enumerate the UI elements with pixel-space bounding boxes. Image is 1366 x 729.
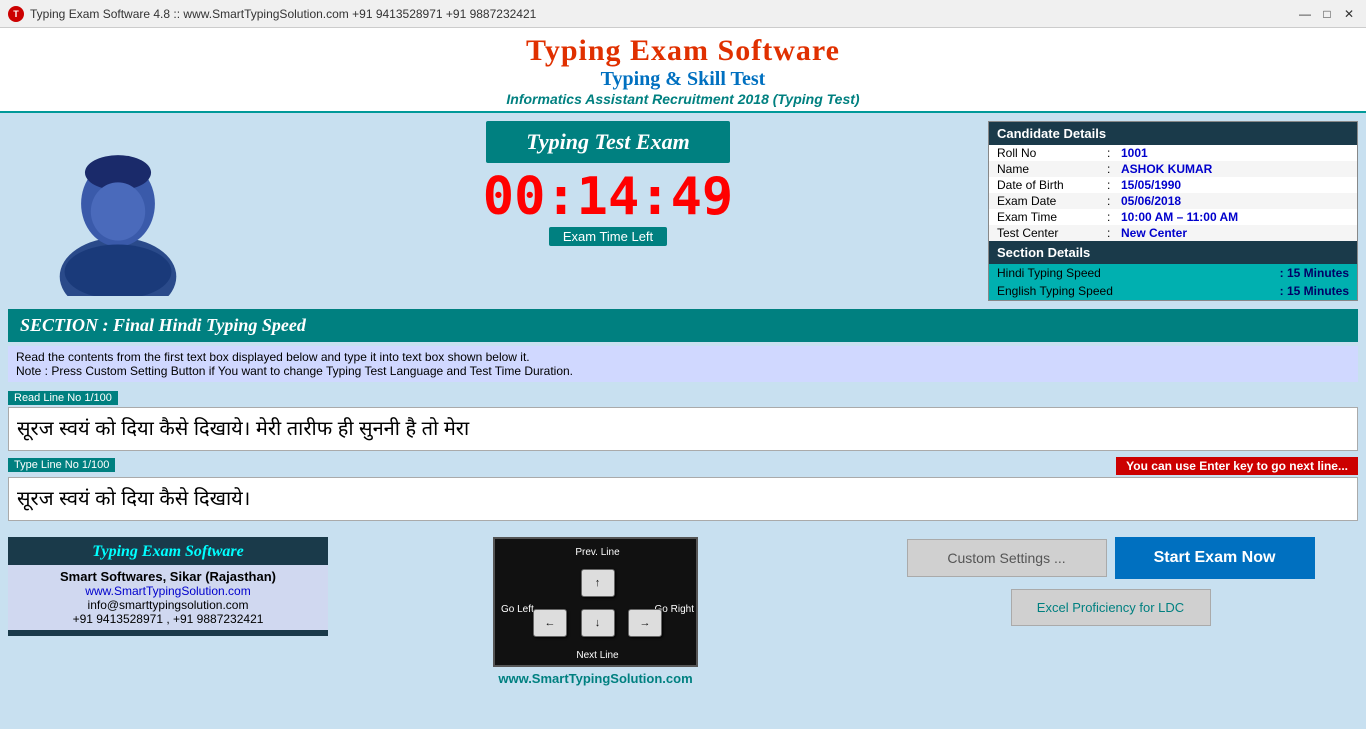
next-line-label: Next Line <box>576 650 618 661</box>
brand-website: www.SmartTypingSolution.com <box>20 584 316 598</box>
app-title-main: Typing Exam Software <box>0 34 1366 68</box>
exam-date-value: 05/06/2018 <box>1121 194 1181 208</box>
button-area: Custom Settings ... Start Exam Now Excel… <box>863 537 1358 626</box>
name-row: Name : ASHOK KUMAR <box>989 161 1357 177</box>
app-header: Typing Exam Software Typing & Skill Test… <box>0 28 1366 113</box>
go-left-label: Go Left <box>501 604 534 615</box>
keyboard-image: Prev. Line Go Left Go Right Next Line ↑ … <box>493 537 698 667</box>
brand-email: info@smarttypingsolution.com <box>20 598 316 612</box>
close-button[interactable]: ✕ <box>1340 5 1358 23</box>
brand-company: Smart Softwares, Sikar (Rajasthan) <box>20 569 316 584</box>
read-line-label-container: Read Line No 1/100 <box>8 388 1358 407</box>
down-arrow-key: ↓ <box>581 609 615 637</box>
up-arrow-key: ↑ <box>581 569 615 597</box>
typing-test-banner: Typing Test Exam <box>486 121 729 163</box>
avatar-container <box>28 121 208 301</box>
hindi-speed-value: : 15 Minutes <box>1280 266 1349 280</box>
instruction-2: Note : Press Custom Setting Button if Yo… <box>16 364 1350 378</box>
excel-proficiency-button[interactable]: Excel Proficiency for LDC <box>1011 589 1211 626</box>
titlebar: T Typing Exam Software 4.8 :: www.SmartT… <box>0 0 1366 28</box>
app-icon: T <box>8 6 24 22</box>
avatar <box>38 126 198 296</box>
right-arrow-key: → <box>628 609 662 637</box>
dob-row: Date of Birth : 15/05/1990 <box>989 177 1357 193</box>
hindi-speed-label: Hindi Typing Speed <box>997 266 1101 280</box>
type-text-box[interactable]: सूरज स्वयं को दिया कैसे दिखाये। <box>8 477 1358 521</box>
name-value: ASHOK KUMAR <box>1121 162 1212 176</box>
test-center-value: New Center <box>1121 226 1187 240</box>
app-title-sub: Typing & Skill Test <box>0 68 1366 91</box>
keyboard-diagram: Prev. Line Go Left Go Right Next Line ↑ … <box>348 537 843 686</box>
dob-value: 15/05/1990 <box>1121 178 1181 192</box>
app-exam-title: Informatics Assistant Recruitment 2018 (… <box>0 91 1366 107</box>
read-line-label: Read Line No 1/100 <box>8 391 118 405</box>
titlebar-text: Typing Exam Software 4.8 :: www.SmartTyp… <box>30 7 536 21</box>
test-center-label: Test Center <box>997 226 1107 240</box>
brand-info: Smart Softwares, Sikar (Rajasthan) www.S… <box>8 565 328 630</box>
name-label: Name <box>997 162 1107 176</box>
type-line-row: Type Line No 1/100 You can use Enter key… <box>8 457 1358 475</box>
bottom-area: Typing Exam Software Smart Softwares, Si… <box>0 529 1366 694</box>
main-content: Typing Test Exam 00:14:49 Exam Time Left… <box>0 113 1366 309</box>
branding-box: Typing Exam Software Smart Softwares, Si… <box>8 537 328 636</box>
exam-time-label: Exam Time <box>997 210 1107 224</box>
brand-phone: +91 9413528971 , +91 9887232421 <box>20 612 316 626</box>
instruction-box: Read the contents from the first text bo… <box>8 346 1358 382</box>
dob-label: Date of Birth <box>997 178 1107 192</box>
hindi-speed-row: Hindi Typing Speed : 15 Minutes <box>989 264 1357 282</box>
typing-area: SECTION : Final Hindi Typing Speed Read … <box>0 309 1366 529</box>
roll-no-value: 1001 <box>1121 146 1148 160</box>
roll-no-label: Roll No <box>997 146 1107 160</box>
english-speed-label: English Typing Speed <box>997 284 1113 298</box>
minimize-button[interactable]: — <box>1296 5 1314 23</box>
titlebar-left: T Typing Exam Software 4.8 :: www.SmartT… <box>8 6 536 22</box>
start-exam-button[interactable]: Start Exam Now <box>1115 537 1315 579</box>
type-hint: You can use Enter key to go next line... <box>1116 457 1358 475</box>
test-center-row: Test Center : New Center <box>989 225 1357 241</box>
keyboard-website: www.SmartTypingSolution.com <box>498 671 692 686</box>
timer-display: 00:14:49 <box>483 171 733 223</box>
left-panel <box>8 121 228 301</box>
exam-time-row: Exam Time : 10:00 AM – 11:00 AM <box>989 209 1357 225</box>
right-panel: Candidate Details Roll No : 1001 Name : … <box>988 121 1358 301</box>
exam-date-row: Exam Date : 05/06/2018 <box>989 193 1357 209</box>
english-speed-row: English Typing Speed : 15 Minutes <box>989 282 1357 300</box>
keyboard-layout: Prev. Line Go Left Go Right Next Line ↑ … <box>495 539 700 669</box>
titlebar-controls: — □ ✕ <box>1296 5 1358 23</box>
custom-settings-button[interactable]: Custom Settings ... <box>907 539 1107 577</box>
center-panel: Typing Test Exam 00:14:49 Exam Time Left <box>236 121 980 301</box>
exam-time-value: 10:00 AM – 11:00 AM <box>1121 210 1238 224</box>
exam-date-label: Exam Date <box>997 194 1107 208</box>
prev-line-label: Prev. Line <box>575 547 619 558</box>
maximize-button[interactable]: □ <box>1318 5 1336 23</box>
type-line-label: Type Line No 1/100 <box>8 458 115 472</box>
read-text-box: सूरज स्वयं को दिया कैसे दिखाये। मेरी तार… <box>8 407 1358 451</box>
candidate-details-header: Candidate Details <box>989 122 1357 145</box>
candidate-details: Candidate Details Roll No : 1001 Name : … <box>988 121 1358 301</box>
timer-label: Exam Time Left <box>549 227 667 246</box>
left-arrow-key: ← <box>533 609 567 637</box>
section-title: SECTION : Final Hindi Typing Speed <box>8 309 1358 342</box>
roll-no-row: Roll No : 1001 <box>989 145 1357 161</box>
english-speed-value: : 15 Minutes <box>1280 284 1349 298</box>
section-details-header: Section Details <box>989 241 1357 264</box>
instruction-1: Read the contents from the first text bo… <box>16 350 1350 364</box>
brand-title: Typing Exam Software <box>8 537 328 565</box>
